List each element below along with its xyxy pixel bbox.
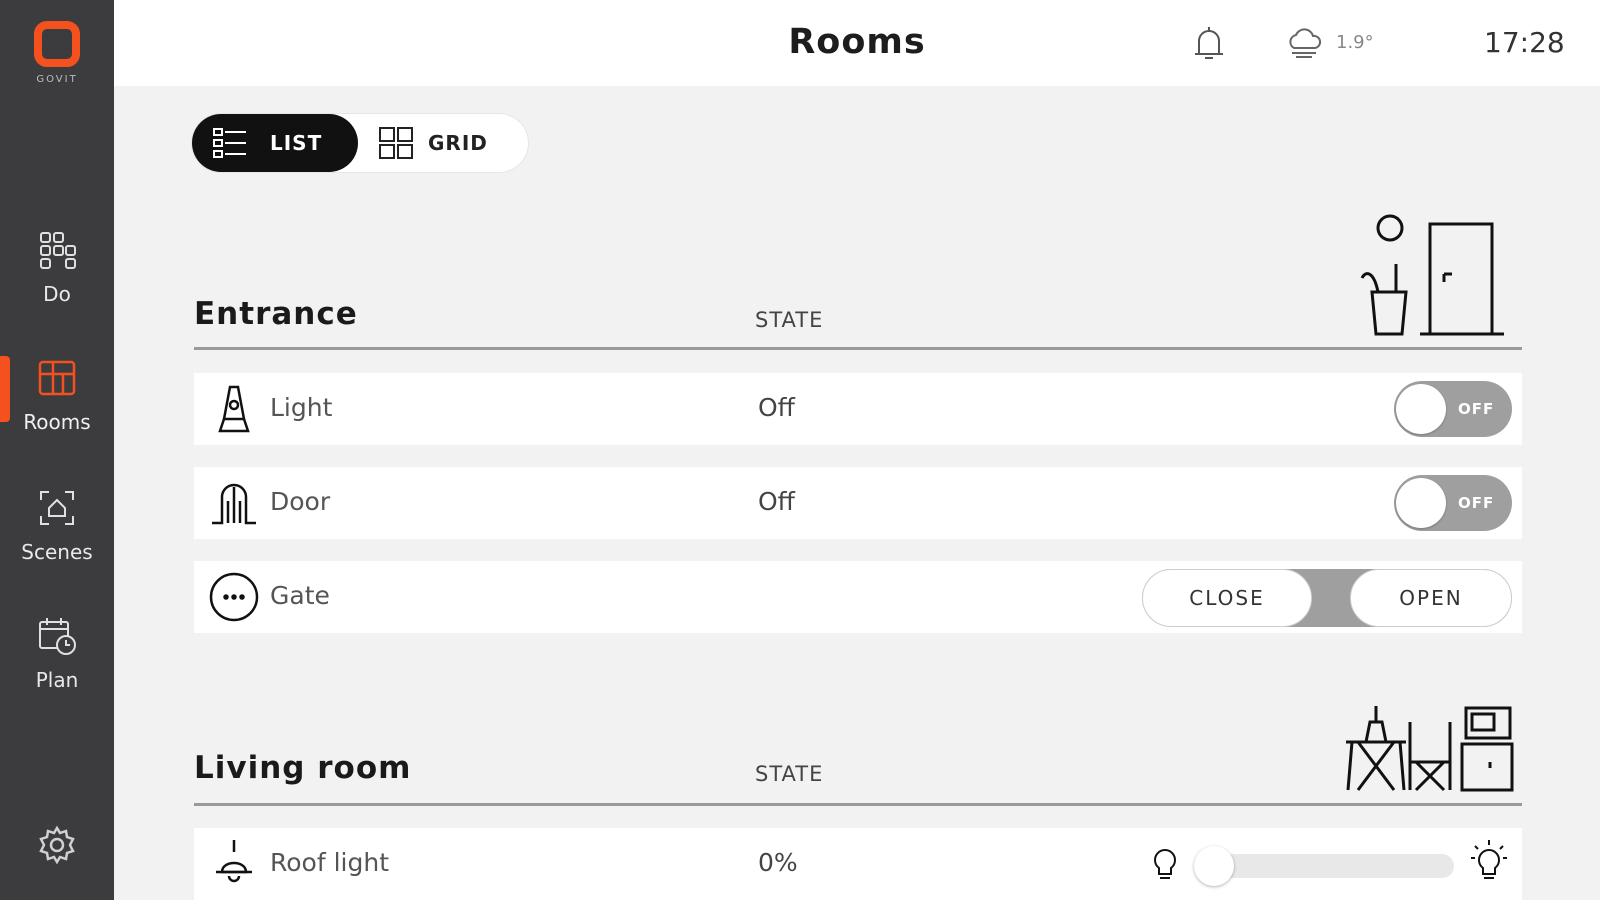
section-title-living-room: Living room (194, 750, 412, 786)
gate-arch-icon (212, 483, 256, 525)
logo-text: GOVIT (36, 74, 78, 85)
do-grid-icon (40, 232, 76, 269)
bulb-dim-icon (1154, 849, 1176, 879)
sidebar: GOVIT Do Rooms Scenes Plan (0, 0, 114, 900)
grid-view-button[interactable]: GRID (372, 114, 522, 172)
state-column-header: STATE (755, 308, 824, 332)
sidebar-item-label: Do (43, 282, 71, 306)
bell-icon[interactable] (1192, 24, 1226, 64)
clock: 17:28 (1484, 26, 1565, 59)
device-row-door: Door Off OFF (194, 467, 1522, 539)
entrance-illustration-icon (1360, 214, 1504, 336)
gate-control: CLOSE OPEN (1142, 569, 1512, 627)
door-toggle[interactable]: OFF (1394, 475, 1512, 531)
view-toggle: LIST GRID (192, 114, 528, 172)
device-state: 0% (758, 848, 798, 877)
device-row-gate: Gate CLOSE OPEN (194, 561, 1522, 633)
device-state: Off (758, 487, 795, 516)
rooms-icon (38, 360, 76, 396)
logo-icon (34, 21, 80, 67)
scenes-icon (40, 491, 74, 525)
living-room-illustration-icon (1346, 706, 1514, 792)
close-button[interactable]: CLOSE (1142, 569, 1312, 627)
toggle-knob (1396, 478, 1446, 528)
sidebar-item-label: Scenes (21, 540, 93, 564)
open-button[interactable]: OPEN (1350, 569, 1512, 627)
list-label: LIST (270, 131, 323, 155)
state-column-header: STATE (755, 762, 824, 786)
device-state: Off (758, 393, 795, 422)
sidebar-item-label: Rooms (23, 410, 91, 434)
sidebar-item-do[interactable]: Do (0, 228, 114, 306)
device-label: Door (270, 487, 331, 516)
page-title: Rooms (788, 22, 926, 62)
device-label: Light (270, 393, 333, 422)
sidebar-item-label: Plan (35, 668, 79, 692)
top-bar: Rooms 1.9° 17:28 (114, 0, 1600, 86)
ceiling-lamp-icon (216, 840, 252, 883)
dimmer-slider[interactable] (1194, 846, 1454, 886)
device-row-light: Light Off OFF (194, 373, 1522, 445)
toggle-knob (1396, 384, 1446, 434)
lava-lamp-icon (218, 385, 250, 433)
temperature: 1.9° (1336, 32, 1374, 53)
device-row-roof-light: Roof light 0% (194, 828, 1522, 900)
slider-handle[interactable] (1194, 846, 1234, 886)
list-view-button[interactable]: LIST (192, 114, 358, 172)
device-label: Gate (270, 581, 330, 610)
sidebar-item-rooms[interactable]: Rooms (0, 356, 114, 434)
grid-icon (379, 127, 413, 159)
bulb-bright-icon (1471, 840, 1507, 879)
list-icon (213, 128, 246, 158)
grid-label: GRID (428, 131, 488, 155)
toggle-state-text: OFF (1458, 400, 1495, 418)
light-toggle[interactable]: OFF (1394, 381, 1512, 437)
plan-calendar-icon (39, 618, 76, 655)
device-label: Roof light (270, 848, 389, 877)
gear-icon[interactable] (36, 824, 78, 866)
more-options-icon (209, 572, 259, 622)
section-title-entrance: Entrance (194, 296, 358, 332)
sidebar-item-scenes[interactable]: Scenes (0, 486, 114, 564)
section-divider (194, 803, 1522, 806)
section-divider (194, 347, 1522, 350)
toggle-state-text: OFF (1458, 494, 1495, 512)
cloud-icon (1289, 28, 1322, 58)
sidebar-item-plan[interactable]: Plan (0, 614, 114, 692)
